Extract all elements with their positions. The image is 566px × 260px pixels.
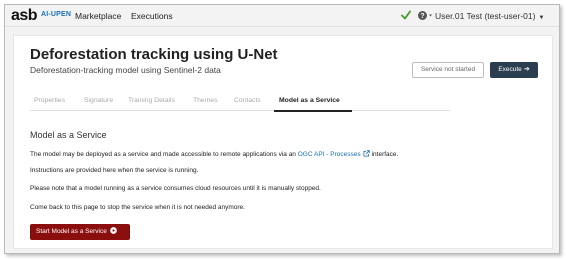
active-tab-indicator bbox=[274, 110, 352, 112]
arrow-right-icon: ➔ bbox=[523, 66, 530, 73]
tab-signature[interactable]: Signature bbox=[84, 97, 113, 104]
app-window: asb AI-UPEN Marketplace Executions ? Use… bbox=[4, 4, 560, 254]
tab-training-details[interactable]: Training Details bbox=[128, 97, 175, 104]
svg-text:?: ? bbox=[420, 13, 424, 20]
service-status-button[interactable]: Service not started bbox=[412, 62, 484, 78]
ogc-api-link[interactable]: OGC API - Processes bbox=[298, 151, 361, 158]
checkmark-icon bbox=[401, 10, 411, 20]
tab-properties[interactable]: Properties bbox=[34, 97, 65, 104]
model-card: Deforestation tracking using U-Net Defor… bbox=[13, 35, 553, 249]
user-name: User.01 Test (test-user-01) bbox=[435, 11, 536, 21]
tab-model-as-a-service[interactable]: Model as a Service bbox=[279, 97, 340, 104]
paragraph-resources: Please note that a model running as a se… bbox=[30, 185, 321, 192]
page-title: Deforestation tracking using U-Net bbox=[30, 46, 278, 63]
execute-button[interactable]: Execute ➔ bbox=[490, 62, 538, 78]
paragraph-instructions: Instructions are provided here when the … bbox=[30, 167, 199, 174]
ai-open-logo: AI-UPEN bbox=[41, 11, 72, 18]
tab-contacts[interactable]: Contacts bbox=[234, 97, 261, 104]
asb-logo[interactable]: asb bbox=[11, 7, 38, 25]
external-link-icon bbox=[363, 150, 370, 157]
play-circle-icon bbox=[109, 227, 117, 234]
page-subtitle: Deforestation-tracking model using Senti… bbox=[30, 65, 221, 75]
paragraph-deploy: The model may be deployed as a service a… bbox=[30, 150, 398, 158]
user-menu[interactable]: User.01 Test (test-user-01) ▼ bbox=[435, 11, 544, 21]
execute-label: Execute bbox=[498, 66, 522, 73]
paragraph-deploy-text: The model may be deployed as a service a… bbox=[30, 151, 296, 158]
caret-down-icon: ▼ bbox=[538, 15, 545, 21]
tab-bar: Properties Signature Training Details Th… bbox=[30, 93, 450, 112]
section-title: Model as a Service bbox=[30, 130, 107, 140]
top-navbar: asb AI-UPEN Marketplace Executions ? Use… bbox=[5, 5, 559, 27]
nav-executions[interactable]: Executions bbox=[131, 11, 173, 21]
help-icon[interactable]: ? bbox=[417, 10, 433, 21]
nav-marketplace[interactable]: Marketplace bbox=[75, 11, 121, 21]
start-service-label: Start Model as a Service bbox=[36, 228, 107, 235]
paragraph-deploy-tail: interface. bbox=[371, 151, 399, 158]
paragraph-stop: Come back to this page to stop the servi… bbox=[30, 204, 245, 211]
tab-themes[interactable]: Themes bbox=[193, 97, 218, 104]
start-service-button[interactable]: Start Model as a Service bbox=[30, 224, 130, 240]
